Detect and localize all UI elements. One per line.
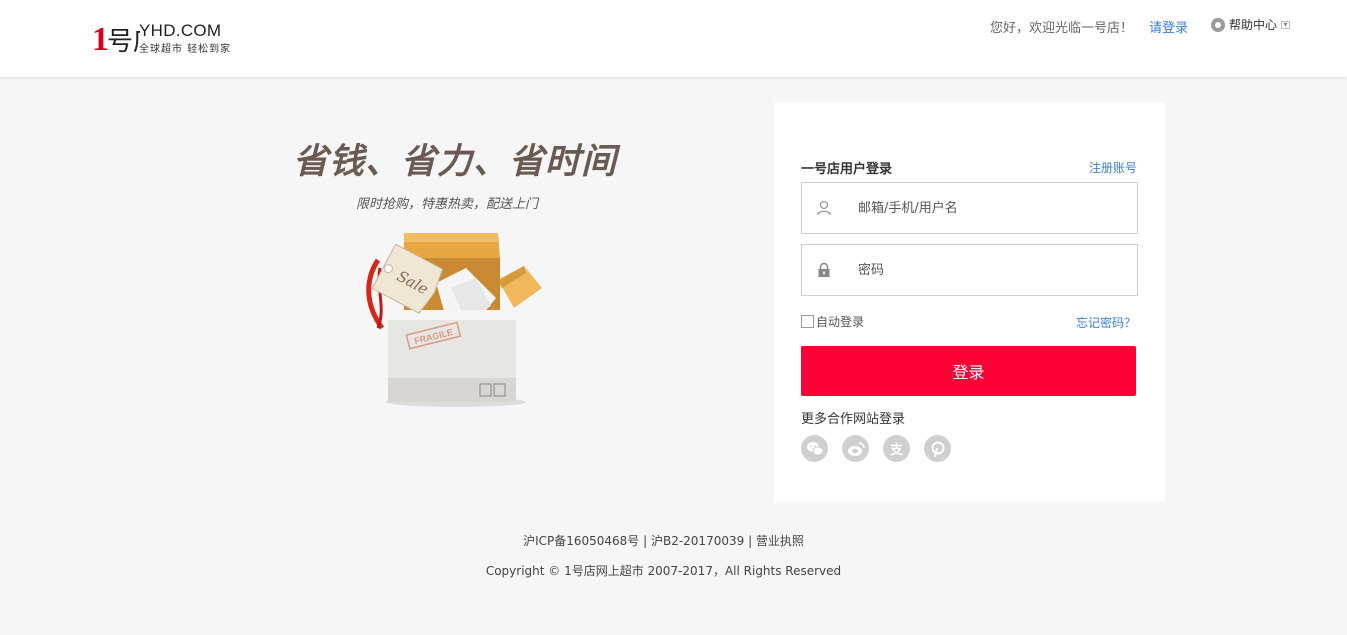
dropdown-caret-icon: ▾ xyxy=(1281,20,1291,29)
login-button[interactable]: 登录 xyxy=(801,346,1136,396)
icp-link[interactable]: 沪ICP备16050468号 xyxy=(523,532,639,549)
yhd-logo[interactable]: 1 号店 YHD.COM 全球超市 轻松到家 xyxy=(92,18,252,58)
help-center-menu[interactable]: 帮助中心 ▾ xyxy=(1211,16,1291,33)
hero-title: 省钱、省力、省时间 xyxy=(293,141,618,182)
footer-copyright: Copyright © 1号店网上超市 2007-2017，All Rights… xyxy=(0,562,1347,579)
weibo-icon[interactable] xyxy=(842,435,869,462)
lock-icon xyxy=(816,262,832,278)
login-title: 一号店用户登录 xyxy=(801,162,893,177)
login-panel: 一号店用户登录 注册账号 自动登录 忘记密码？ 登录 更多合作网站登录 支 xyxy=(774,102,1165,502)
username-field[interactable] xyxy=(801,182,1138,234)
social-login-list: 支 xyxy=(801,435,951,462)
logo-mark-icon: 1 号店 xyxy=(92,21,140,56)
svg-text:号店: 号店 xyxy=(107,27,140,56)
forgot-password-link[interactable]: 忘记密码？ xyxy=(1076,314,1136,331)
footer-separator: | xyxy=(639,534,651,548)
b2-link[interactable]: 沪B2-20170039 xyxy=(651,532,744,549)
password-field[interactable] xyxy=(801,244,1138,296)
copyright-text: Copyright © 1号店网上超市 2007-2017，All Rights… xyxy=(485,564,842,578)
auto-login-checkbox[interactable] xyxy=(801,315,814,328)
alipay-icon[interactable]: 支 xyxy=(883,435,910,462)
footer-icp-line: 沪ICP备16050468号 | 沪B2-20170039 | 营业执照 xyxy=(0,532,1347,549)
user-icon xyxy=(816,200,832,216)
username-input[interactable] xyxy=(856,192,1110,224)
auto-login-option[interactable]: 自动登录 xyxy=(801,313,864,330)
pinterest-icon[interactable] xyxy=(924,435,951,462)
help-icon xyxy=(1211,17,1225,32)
welcome-text: 您好，欢迎光临一号店！ xyxy=(990,21,1134,36)
logo-slogan: 全球超市 轻松到家 xyxy=(139,44,232,55)
footer-separator: | xyxy=(744,534,756,548)
logo-domain: YHD.COM xyxy=(139,21,222,40)
auto-login-label: 自动登录 xyxy=(816,315,865,329)
help-center-label: 帮助中心 xyxy=(1229,18,1278,32)
more-partner-login-label: 更多合作网站登录 xyxy=(801,412,906,427)
business-license-link[interactable]: 营业执照 xyxy=(756,532,804,549)
hero-subtitle: 限时抢购，特惠热卖，配送上门 xyxy=(356,197,539,212)
sale-box-illustration: FRAGILE Sale xyxy=(366,233,542,407)
top-header: 1 号店 YHD.COM 全球超市 轻松到家 您好，欢迎光临一号店！ 请登录 帮… xyxy=(0,0,1347,78)
password-input[interactable] xyxy=(856,254,1110,286)
header-login-link[interactable]: 请登录 xyxy=(1149,17,1188,36)
wechat-icon[interactable] xyxy=(801,435,828,462)
register-link[interactable]: 注册账号 xyxy=(1089,159,1137,176)
